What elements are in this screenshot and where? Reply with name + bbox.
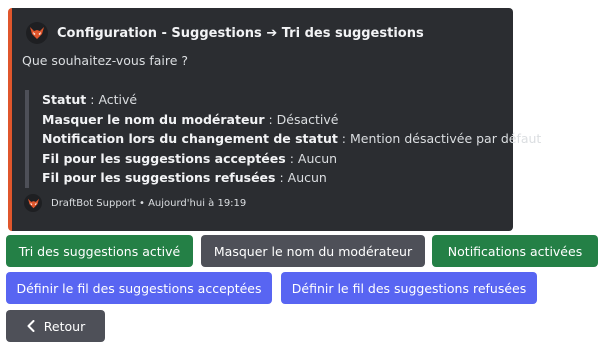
field-status: Statut : Activé: [42, 90, 541, 110]
field-label: Masquer le nom du modérateur: [42, 111, 265, 127]
sort-enabled-button[interactable]: Tri des suggestions activé: [6, 235, 193, 267]
back-button[interactable]: Retour: [6, 310, 105, 342]
field-label: Statut: [42, 92, 87, 107]
draftbot-fox-logo-icon: [26, 22, 48, 44]
embed-description: Que souhaitez-vous faire ?: [22, 53, 189, 68]
hide-moderator-label: Masquer le nom du modérateur: [213, 243, 413, 259]
field-value: Aucun: [287, 170, 327, 185]
set-accepted-thread-label: Définir le fil des suggestions acceptées: [16, 280, 262, 296]
field-separator: :: [285, 150, 298, 166]
field-hide-moderator: Masquer le nom du modérateur : Désactivé: [42, 110, 541, 130]
notifications-enabled-label: Notifications activées: [447, 243, 583, 259]
field-accepted-thread: Fil pour les suggestions acceptées : Auc…: [42, 149, 541, 169]
embed-fields-quote: Statut : Activé Masquer le nom du modéra…: [25, 90, 541, 188]
set-accepted-thread-button[interactable]: Définir le fil des suggestions acceptées: [6, 272, 272, 304]
notifications-enabled-button[interactable]: Notifications activées: [432, 235, 598, 267]
set-refused-thread-button[interactable]: Définir le fil des suggestions refusées: [281, 272, 537, 304]
field-value: Aucun: [297, 150, 338, 166]
embed-footer-text: DraftBot Support • Aujourd'hui à 19:19: [51, 197, 247, 209]
field-value: Activé: [98, 92, 138, 107]
embed-footer: DraftBot Support • Aujourd'hui à 19:19: [24, 194, 246, 212]
back-label: Retour: [43, 318, 86, 334]
sort-enabled-label: Tri des suggestions activé: [18, 243, 181, 259]
field-separator: :: [337, 131, 350, 146]
field-separator: :: [86, 92, 99, 107]
field-notification: Notification lors du changement de statu…: [42, 129, 541, 149]
set-refused-thread-label: Définir le fil des suggestions refusées: [291, 280, 527, 296]
field-separator: :: [264, 111, 277, 127]
field-separator: :: [275, 170, 288, 185]
draftbot-fox-logo-icon: [24, 194, 42, 212]
embed-author: Configuration - Suggestions ➔ Tri des su…: [26, 22, 424, 44]
embed-card: Configuration - Suggestions ➔ Tri des su…: [8, 8, 541, 231]
field-label: Fil pour les suggestions refusées: [42, 170, 276, 185]
field-label: Fil pour les suggestions acceptées: [42, 150, 286, 166]
embed-author-title: Configuration - Suggestions ➔ Tri des su…: [57, 25, 424, 41]
hide-moderator-button[interactable]: Masquer le nom du modérateur: [201, 235, 425, 267]
field-value: Désactivé: [276, 111, 339, 127]
field-value: Mention désactivée par défaut: [350, 131, 542, 146]
field-refused-thread: Fil pour les suggestions refusées : Aucu…: [42, 168, 541, 188]
chevron-left-icon: [26, 320, 36, 332]
field-label: Notification lors du changement de statu…: [42, 131, 338, 146]
